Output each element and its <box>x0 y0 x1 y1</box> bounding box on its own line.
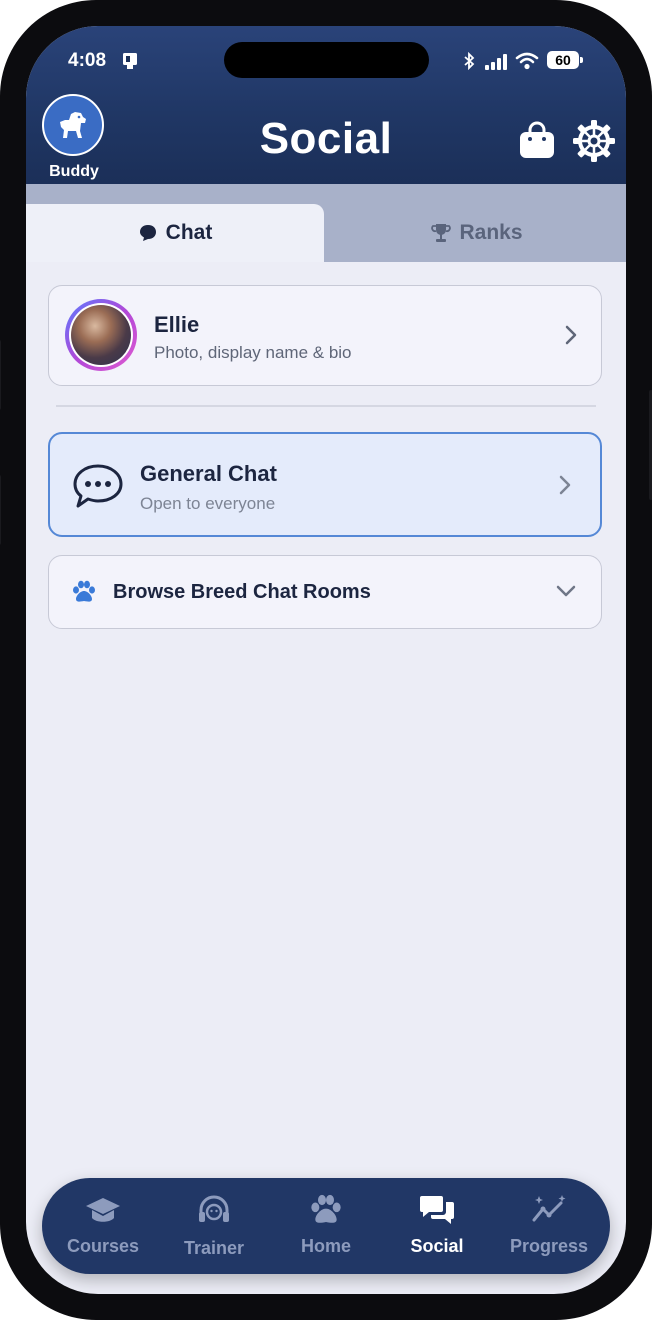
nav-social[interactable]: Social <box>392 1178 482 1274</box>
general-chat-subtitle: Open to everyone <box>140 494 276 513</box>
nav-social-label: Social <box>410 1236 464 1256</box>
chevron-right-icon <box>559 475 571 495</box>
battery-level: 60 <box>555 52 571 68</box>
phone-frame: 4:08 60 Buddy Social Chat Ranks Ellie Ph… <box>0 0 652 1320</box>
app-screen: 4:08 60 Buddy Social Chat Ranks Ellie Ph… <box>26 26 626 1294</box>
screen-mirroring-icon <box>123 53 137 69</box>
paw-icon <box>73 580 95 602</box>
status-time: 4:08 <box>68 50 107 71</box>
chat-bubble-icon <box>139 225 156 241</box>
bottom-nav: Courses Trainer Home Social Progress <box>42 1178 610 1274</box>
tab-chat-label: Chat <box>165 221 213 244</box>
tab-ranks-label: Ranks <box>459 221 523 244</box>
breed-rooms-dropdown[interactable]: Browse Breed Chat Rooms <box>48 555 602 629</box>
bluetooth-icon <box>464 52 475 70</box>
tab-ranks[interactable]: Ranks <box>328 204 626 262</box>
settings-gear-icon[interactable] <box>572 119 616 163</box>
pet-name-label: Buddy <box>49 163 99 180</box>
side-button <box>0 475 1 545</box>
app-header: 4:08 60 Buddy Social <box>26 26 626 184</box>
tab-bar: Chat Ranks <box>26 184 626 262</box>
nav-trainer[interactable]: Trainer <box>169 1178 259 1274</box>
profile-avatar <box>65 299 137 371</box>
trend-sparkle-icon <box>532 1195 566 1222</box>
speech-bubble-icon <box>73 464 123 508</box>
paw-icon <box>311 1194 341 1223</box>
general-chat-card[interactable]: General Chat Open to everyone <box>48 432 602 537</box>
nav-trainer-label: Trainer <box>183 1238 245 1258</box>
signal-icon <box>485 54 507 70</box>
battery-tip <box>580 57 583 63</box>
profile-photo <box>69 303 133 367</box>
breed-rooms-label: Browse Breed Chat Rooms <box>113 581 371 603</box>
tab-chat[interactable]: Chat <box>26 204 324 262</box>
nav-courses-label: Courses <box>66 1236 140 1256</box>
chevron-down-icon <box>556 585 576 597</box>
nav-courses[interactable]: Courses <box>58 1178 148 1274</box>
chat-bubbles-icon <box>420 1196 454 1224</box>
nav-home-label: Home <box>300 1236 351 1256</box>
shopping-bag-icon[interactable] <box>518 120 556 160</box>
battery-indicator: 60 <box>547 51 579 69</box>
general-chat-title: General Chat <box>140 461 277 486</box>
nav-progress-label: Progress <box>509 1236 589 1256</box>
dynamic-island <box>224 42 429 78</box>
trainer-headset-icon <box>199 1195 229 1222</box>
graduation-cap-icon <box>86 1198 120 1222</box>
profile-name: Ellie <box>154 312 200 337</box>
nav-home[interactable]: Home <box>281 1178 371 1274</box>
side-button <box>0 340 1 410</box>
chevron-right-icon <box>565 325 577 345</box>
section-divider <box>56 405 596 407</box>
profile-subtitle: Photo, display name & bio <box>154 343 352 362</box>
nav-progress[interactable]: Progress <box>504 1178 594 1274</box>
profile-card[interactable]: Ellie Photo, display name & bio <box>48 285 602 386</box>
trophy-icon <box>431 224 452 242</box>
wifi-icon <box>515 52 539 70</box>
